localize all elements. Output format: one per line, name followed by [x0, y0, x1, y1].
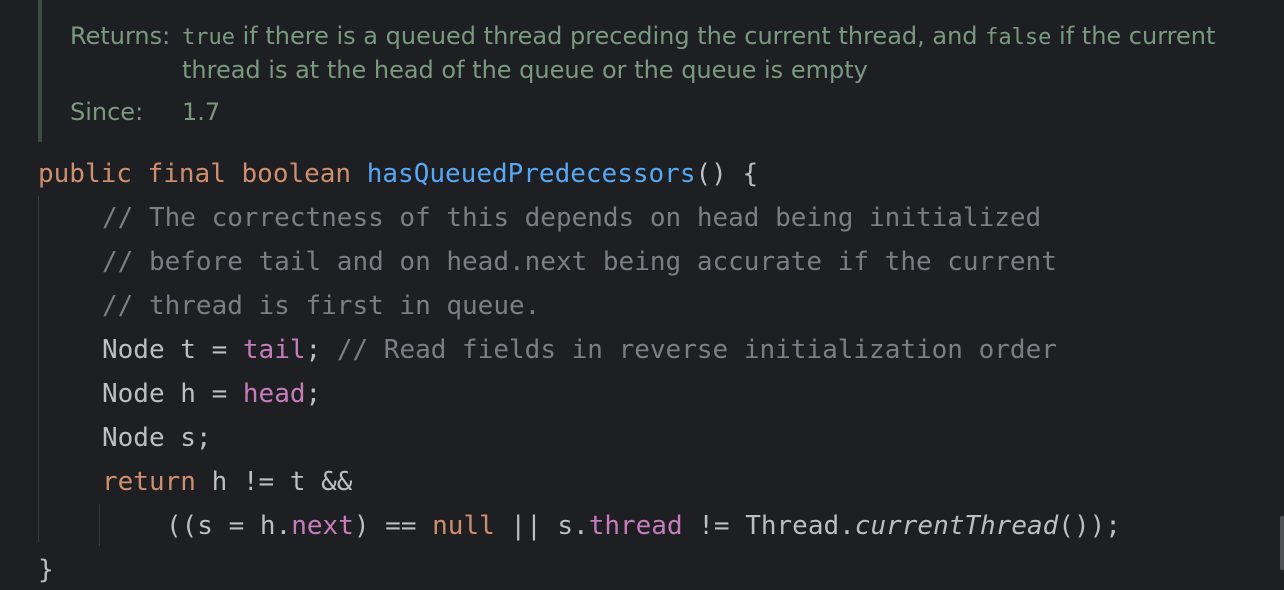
- code-text: Node t =: [102, 335, 243, 365]
- code-line-7: Node s;: [102, 423, 212, 453]
- code-line-4-comment: // thread is first in queue.: [102, 291, 541, 321]
- field-thread: thread: [588, 511, 683, 541]
- code-text: ;: [305, 335, 337, 365]
- code-text: || s.: [494, 511, 589, 541]
- code-line-9: ((s = h.next) == null || s.thread != Thr…: [166, 508, 1121, 544]
- method-signature-rest: () {: [695, 159, 759, 189]
- keyword-public: public: [38, 159, 132, 189]
- method-name: hasQueuedPredecessors: [366, 159, 696, 189]
- code-area[interactable]: public final boolean hasQueuedPredecesso…: [0, 0, 1284, 590]
- code-text: != Thread.: [682, 511, 855, 541]
- code-text: ;: [305, 379, 322, 409]
- code-line-3-comment: // before tail and on head.next being ac…: [102, 247, 1057, 277]
- code-editor[interactable]: Returns: true if there is a queued threa…: [0, 0, 1284, 590]
- code-line-1: public final boolean hasQueuedPredecesso…: [38, 156, 758, 192]
- code-text: ) ==: [353, 511, 433, 541]
- code-text: h != t &&: [195, 467, 353, 497]
- code-line-6: Node h = head;: [102, 376, 321, 412]
- indent-guide-inner: [99, 504, 100, 546]
- code-text: ());: [1058, 511, 1121, 541]
- indent-guide: [38, 196, 39, 542]
- code-line-2-comment: // The correctness of this depends on he…: [102, 203, 1042, 233]
- code-line-5: Node t = tail; // Read fields in reverse…: [102, 332, 1057, 368]
- keyword-final: final: [147, 159, 226, 189]
- code-text: ((s = h.: [166, 511, 292, 541]
- code-text: Node h =: [102, 379, 243, 409]
- code-line-8: return h != t &&: [102, 464, 352, 500]
- field-next: next: [291, 511, 354, 541]
- keyword-null: null: [432, 511, 495, 541]
- field-head: head: [242, 379, 306, 409]
- method-call-current-thread: currentThread: [854, 511, 1059, 541]
- code-line-10-closing-brace: }: [38, 555, 54, 585]
- field-tail: tail: [242, 335, 306, 365]
- inline-comment: // Read fields in reverse initialization…: [336, 335, 1057, 365]
- scrollbar-thumb[interactable]: [1280, 516, 1284, 570]
- keyword-return: return: [102, 467, 196, 497]
- keyword-boolean: boolean: [241, 159, 352, 189]
